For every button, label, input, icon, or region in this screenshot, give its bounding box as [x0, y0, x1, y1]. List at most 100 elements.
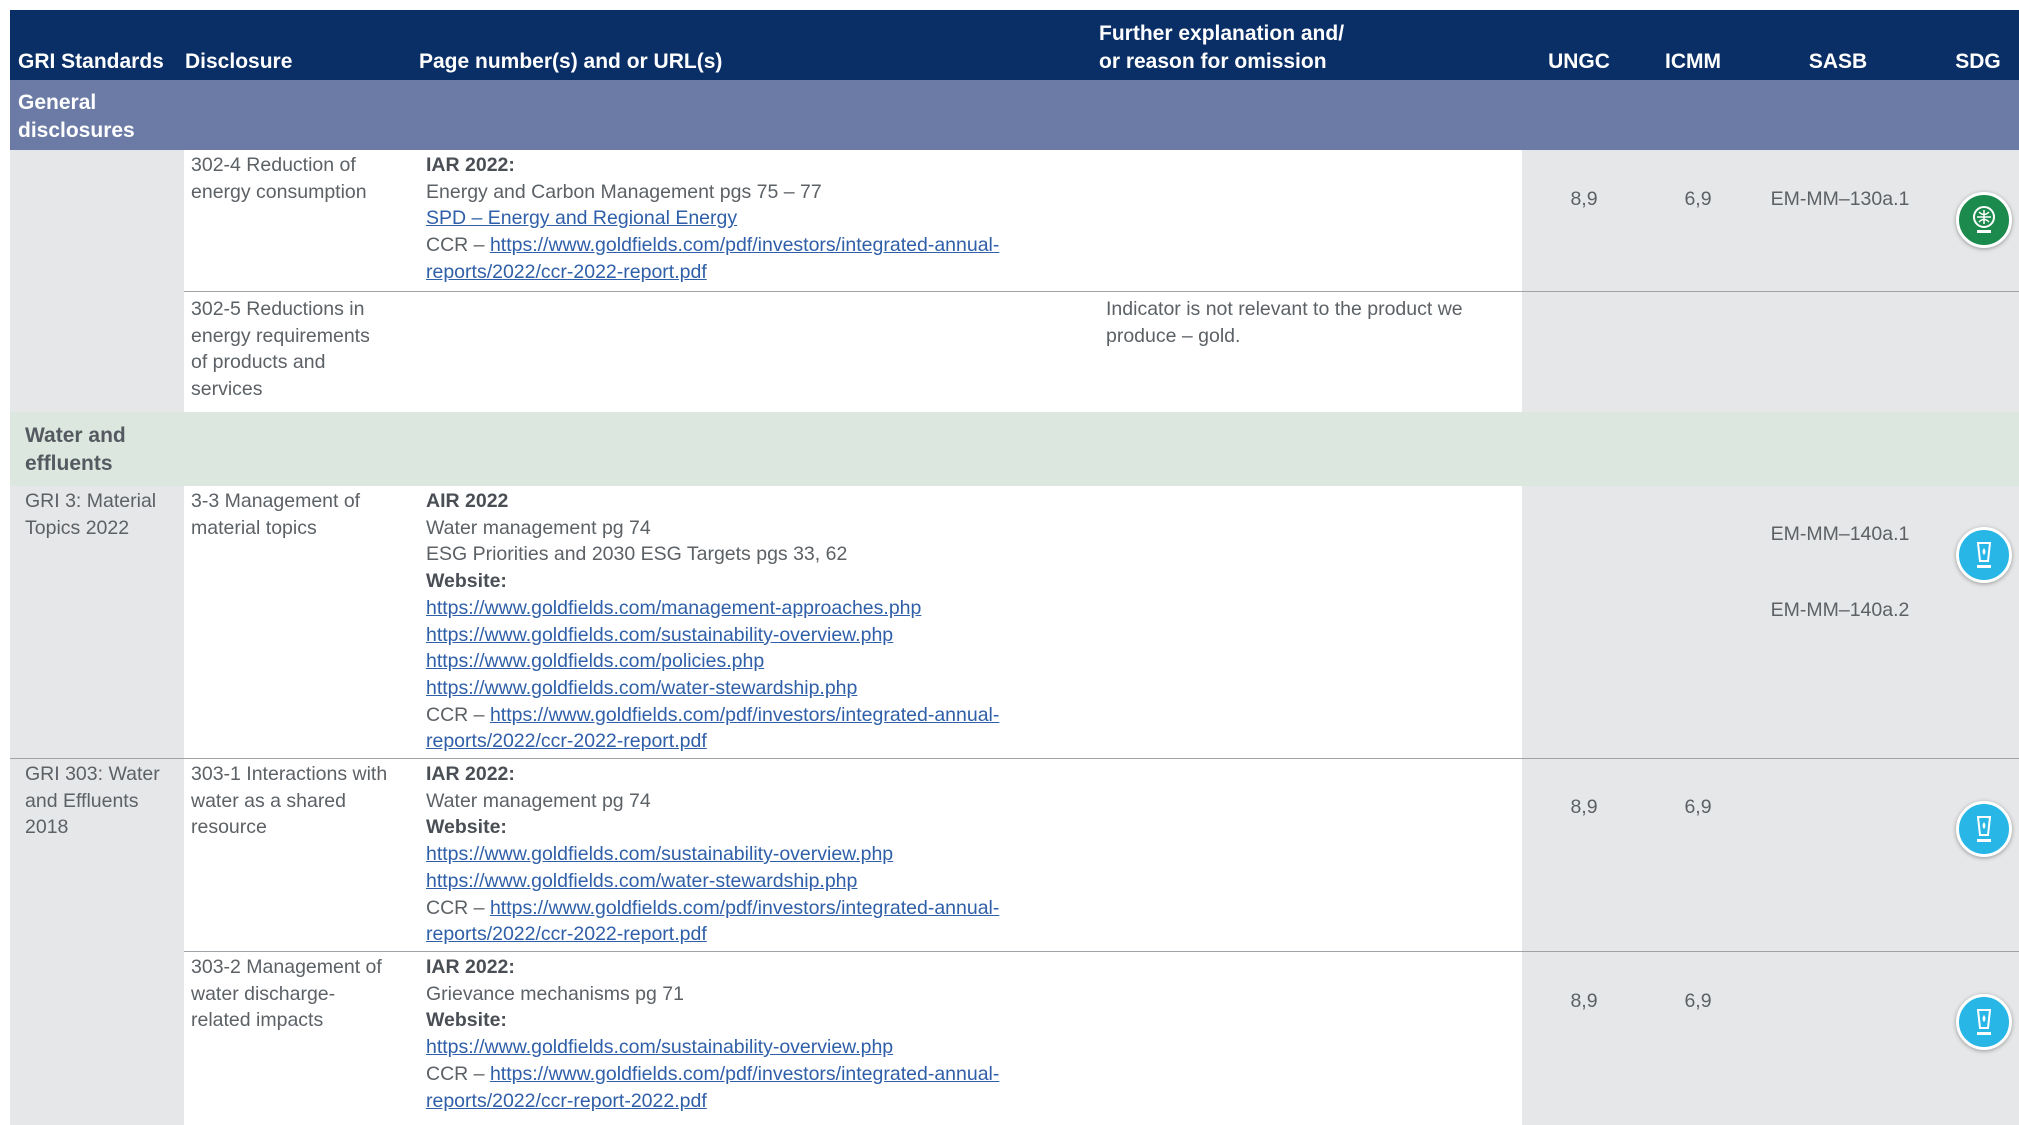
- reference-link[interactable]: reports/2022/ccr-2022-report.pdf: [426, 259, 999, 286]
- gri-standard-line: and Effluents: [25, 789, 139, 812]
- disclosure-line: 302-4 Reduction of: [191, 154, 356, 176]
- section-header-general-disclosures: [10, 80, 2019, 150]
- disclosure-line: services: [191, 378, 263, 401]
- disclosure-line: material topics: [191, 516, 317, 539]
- disclosure-cell: 303-2 Management of water discharge- rel…: [191, 954, 382, 1034]
- reference-link[interactable]: reports/2022/ccr-2022-report.pdf: [426, 921, 999, 948]
- disclosure-line: 303-1 Interactions with: [191, 763, 388, 785]
- reference-link[interactable]: https://www.goldfields.com/pdf/investors…: [490, 704, 999, 726]
- reference-link[interactable]: https://www.goldfields.com/water-steward…: [426, 868, 999, 895]
- reference-link[interactable]: SPD – Energy and Regional Energy: [426, 205, 999, 232]
- ccr-prefix: CCR –: [426, 234, 490, 257]
- explanation-line: produce – gold.: [1106, 324, 1241, 347]
- reference-link[interactable]: https://www.goldfields.com/management-ap…: [426, 595, 999, 622]
- disclosure-cell: 303-1 Interactions with water as a share…: [191, 761, 387, 841]
- reference-link[interactable]: https://www.goldfields.com/pdf/investors…: [490, 897, 999, 919]
- header-ungc: UNGC: [1548, 50, 1610, 73]
- ungc-value: 8,9: [1570, 796, 1598, 818]
- disclosure-line: 302-5 Reductions in: [191, 298, 365, 320]
- disclosure-line: water as a shared: [191, 789, 347, 812]
- ccr-prefix: CCR –: [426, 703, 490, 726]
- ccr-reference: CCR – https://www.goldfields.com/pdf/inv…: [426, 895, 999, 922]
- header-gri-standards: GRI Standards: [18, 50, 164, 73]
- gri-standard-cell: GRI 3: Material Topics 2022: [25, 488, 156, 541]
- ccr-reference: CCR – https://www.goldfields.com/pdf/inv…: [426, 232, 999, 259]
- ccr-prefix: CCR –: [426, 896, 490, 919]
- sdg-goal-icon-graphic: [1976, 816, 1992, 842]
- ungc-value: 8,9: [1570, 990, 1598, 1012]
- disclosure-cell: 3-3 Management of material topics: [191, 488, 360, 541]
- sdg-goal-icon-graphic: [1976, 542, 1992, 568]
- page-references-cell: IAR 2022: Energy and Carbon Management p…: [426, 152, 999, 286]
- sdg-goal-icon-graphic: [1976, 1009, 1992, 1035]
- sasb-value: EM-MM–140a.2: [1770, 599, 1910, 621]
- page-references-cell: IAR 2022: Grievance mechanisms pg 71 Web…: [426, 954, 999, 1114]
- section-title-water-and-effluents: Water and effluents: [25, 422, 126, 478]
- reference-link[interactable]: https://www.goldfields.com/sustainabilit…: [426, 1034, 999, 1061]
- row-divider: [184, 291, 2019, 292]
- section-title-line: disclosures: [18, 119, 135, 142]
- reference-link[interactable]: https://www.goldfields.com/policies.php: [426, 648, 999, 675]
- gri-standard-cell: GRI 303: Water and Effluents 2018: [25, 761, 160, 841]
- explanation-line: Indicator is not relevant to the product…: [1106, 298, 1463, 320]
- reference-link[interactable]: reports/2022/ccr-report-2022.pdf: [426, 1088, 999, 1115]
- reference-link[interactable]: https://www.goldfields.com/pdf/investors…: [490, 1063, 999, 1085]
- sasb-value: EM-MM–140a.1: [1770, 523, 1910, 545]
- disclosure-cell: 302-5 Reductions in energy requirements …: [191, 296, 370, 403]
- ccr-reference: CCR – https://www.goldfields.com/pdf/inv…: [426, 1061, 999, 1088]
- section-title-line: effluents: [25, 452, 113, 475]
- reference-text: Water management pg 74: [426, 516, 651, 539]
- disclosure-line: 303-2 Management of: [191, 956, 382, 978]
- reference-text: Water management pg 74: [426, 789, 651, 812]
- gri-standard-line: GRI 3: Material: [25, 490, 157, 512]
- ccr-prefix: CCR –: [426, 1062, 490, 1085]
- section-title-line: Water and: [25, 424, 126, 447]
- icmm-value: 6,9: [1684, 796, 1712, 818]
- sdg-goal-icon-graphic: [1973, 206, 1995, 233]
- row-divider: [10, 758, 2019, 759]
- disclosure-line: of products and: [191, 351, 326, 374]
- gri-content-index-table: GRI Standards Disclosure Page number(s) …: [0, 0, 2019, 1125]
- icmm-value: 6,9: [1684, 990, 1712, 1012]
- reference-heading: Website:: [426, 570, 507, 593]
- sasb-value: EM-MM–130a.1: [1770, 188, 1910, 210]
- disclosure-line: water discharge-: [191, 982, 336, 1005]
- header-further-explanation-line: Further explanation and/: [1099, 22, 1345, 45]
- page-references-cell: IAR 2022: Water management pg 74 Website…: [426, 761, 999, 948]
- icmm-value: 6,9: [1684, 188, 1712, 210]
- sdg-blue-icon: [1956, 801, 2012, 857]
- section-title-general-disclosures: General disclosures: [18, 89, 135, 145]
- reference-text: Grievance mechanisms pg 71: [426, 982, 684, 1005]
- gri-standard-line: GRI 303: Water: [25, 763, 160, 785]
- reference-heading: AIR 2022: [426, 490, 509, 512]
- disclosure-line: energy consumption: [191, 180, 367, 203]
- reference-link[interactable]: reports/2022/ccr-2022-report.pdf: [426, 728, 999, 755]
- ccr-reference: CCR – https://www.goldfields.com/pdf/inv…: [426, 702, 999, 729]
- page-references-cell: AIR 2022 Water management pg 74 ESG Prio…: [426, 488, 999, 755]
- explanation-cell: Indicator is not relevant to the product…: [1106, 296, 1463, 349]
- reference-heading: IAR 2022:: [426, 763, 515, 785]
- reference-link[interactable]: https://www.goldfields.com/sustainabilit…: [426, 622, 999, 649]
- sdg-green-icon: [1956, 192, 2012, 248]
- disclosure-line: energy requirements: [191, 324, 370, 347]
- header-sdg: SDG: [1955, 50, 2001, 73]
- header-icmm: ICMM: [1665, 50, 1721, 73]
- reference-link[interactable]: https://www.goldfields.com/sustainabilit…: [426, 841, 999, 868]
- section-title-line: General: [18, 91, 97, 114]
- disclosure-line: related impacts: [191, 1009, 324, 1032]
- disclosure-line: resource: [191, 816, 267, 839]
- header-sasb: SASB: [1808, 50, 1868, 73]
- section-header-water-and-effluents: [10, 412, 2019, 486]
- header-further-explanation: Further explanation and/ or reason for o…: [1099, 20, 1344, 76]
- header-further-explanation-line: or reason for omission: [1099, 50, 1327, 73]
- reference-heading: Website:: [426, 1009, 507, 1032]
- reference-heading: IAR 2022:: [426, 154, 515, 176]
- reference-heading: IAR 2022:: [426, 956, 515, 978]
- reference-link[interactable]: https://www.goldfields.com/pdf/investors…: [490, 234, 999, 256]
- header-disclosure: Disclosure: [185, 50, 293, 73]
- reference-heading: Website:: [426, 816, 507, 839]
- reference-link[interactable]: https://www.goldfields.com/water-steward…: [426, 675, 999, 702]
- gri-standard-line: Topics 2022: [25, 516, 130, 539]
- row-divider: [184, 951, 2019, 952]
- disclosure-line: 3-3 Management of: [191, 490, 361, 512]
